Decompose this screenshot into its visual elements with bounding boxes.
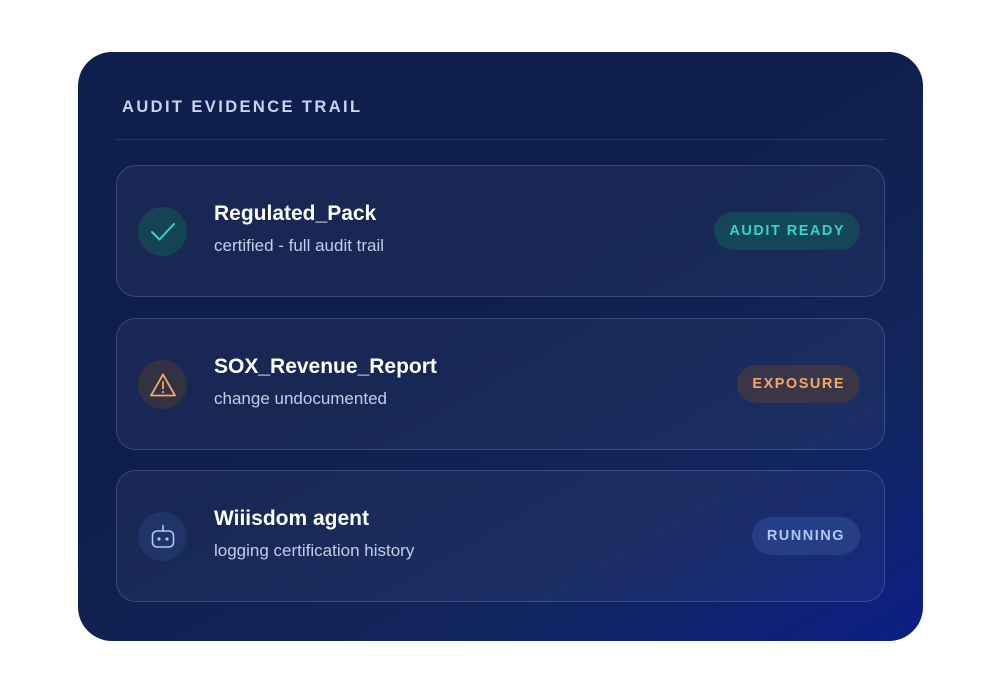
- audit-evidence-panel: AUDIT EVIDENCE TRAIL Regulated_Pack cert…: [78, 52, 923, 641]
- item-subtitle: change undocumented: [214, 389, 387, 408]
- list-item-wiiisdom-agent[interactable]: Wiiisdom agent logging certification his…: [116, 470, 885, 602]
- status-badge: EXPOSURE: [737, 365, 860, 403]
- panel-title: AUDIT EVIDENCE TRAIL: [122, 98, 363, 116]
- item-subtitle: logging certification history: [214, 541, 415, 560]
- warning-icon: [138, 360, 187, 409]
- item-name: Wiiisdom agent: [214, 507, 369, 530]
- status-badge: AUDIT READY: [714, 212, 860, 250]
- robot-icon: [138, 512, 187, 561]
- title-divider: [116, 139, 885, 140]
- list-item-regulated-pack[interactable]: Regulated_Pack certified - full audit tr…: [116, 165, 885, 297]
- item-name: Regulated_Pack: [214, 202, 377, 225]
- list-item-sox-revenue-report[interactable]: SOX_Revenue_Report change undocumented E…: [116, 318, 885, 450]
- check-icon: [138, 207, 187, 256]
- item-subtitle: certified - full audit trail: [214, 236, 385, 255]
- item-name: SOX_Revenue_Report: [214, 355, 437, 378]
- status-badge: RUNNING: [751, 517, 860, 555]
